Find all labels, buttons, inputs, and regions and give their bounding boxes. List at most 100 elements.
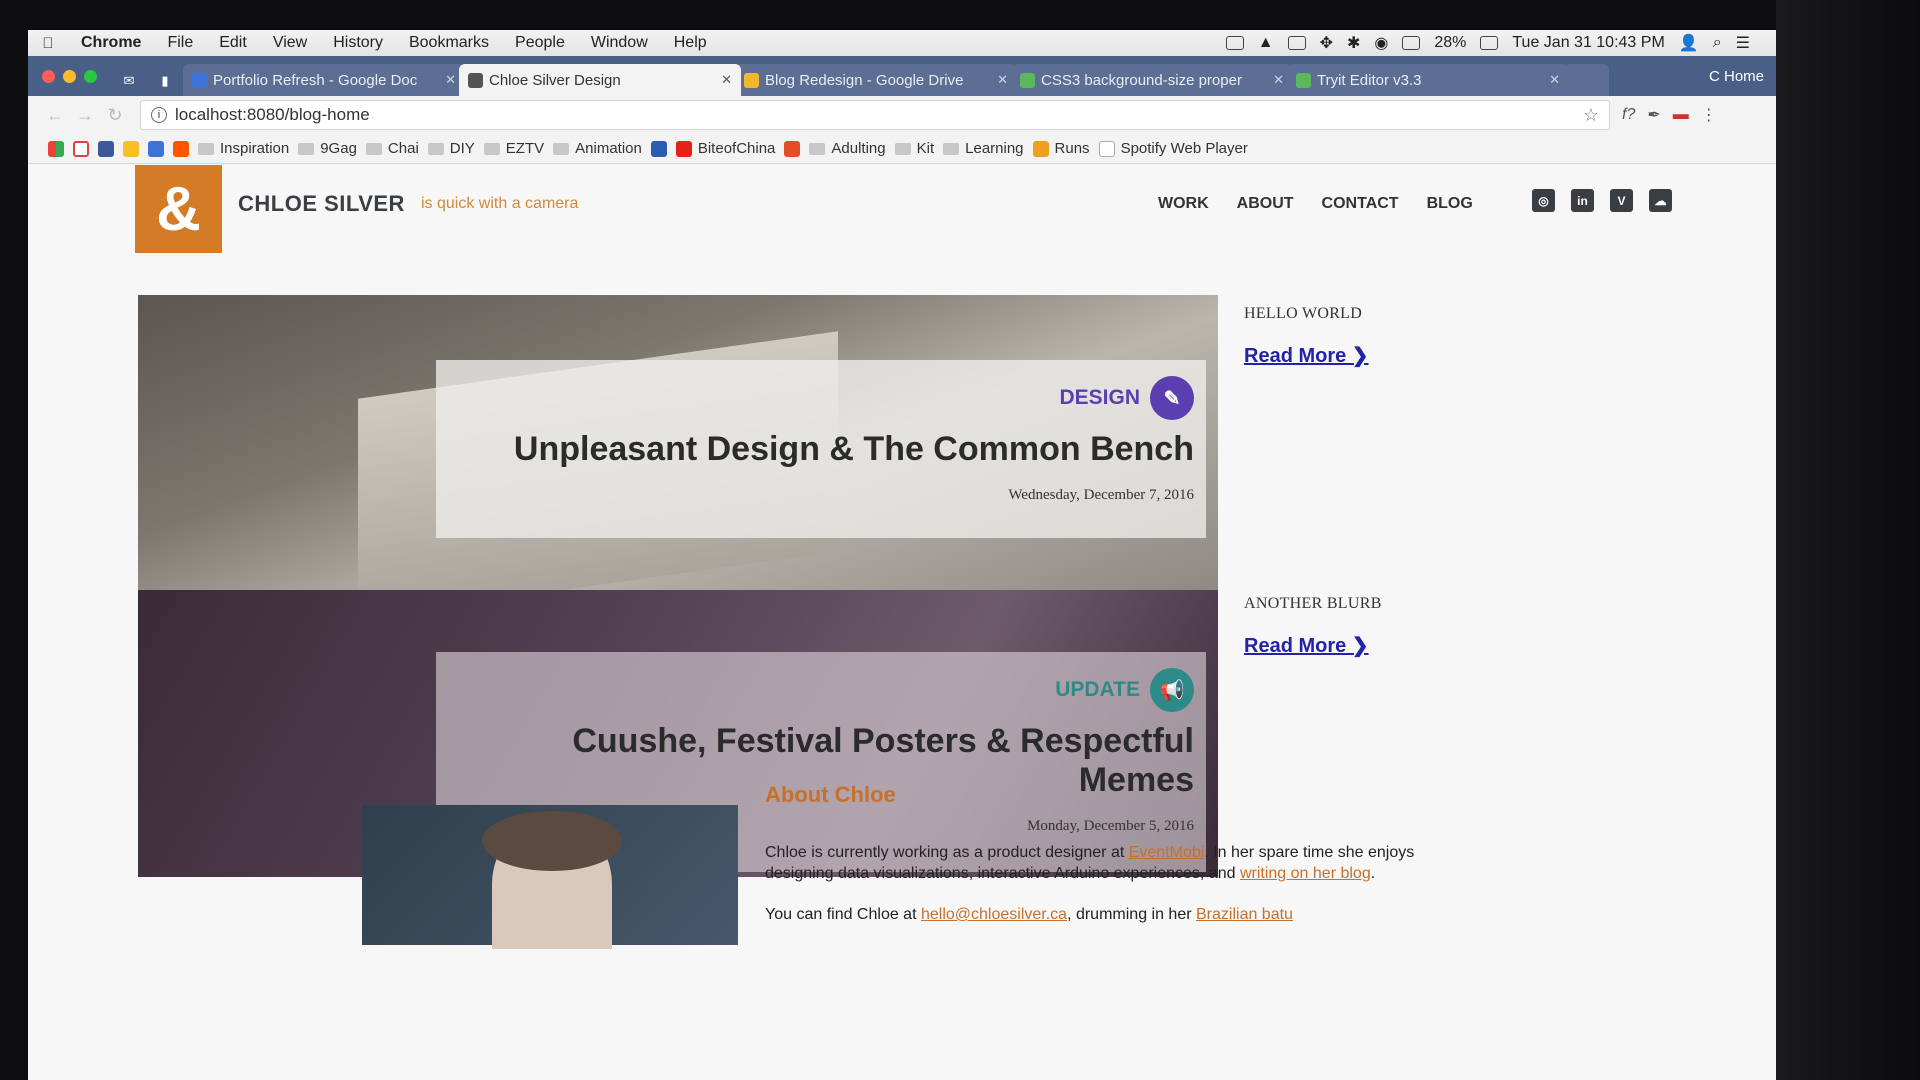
airplay-icon[interactable] bbox=[1402, 36, 1421, 50]
close-tab-icon[interactable]: ✕ bbox=[1273, 72, 1284, 88]
bookmark-soundcloud[interactable] bbox=[173, 140, 189, 157]
bookmark-folder-kit[interactable]: Kit bbox=[894, 140, 935, 157]
vimeo-icon[interactable]: V bbox=[1610, 189, 1633, 212]
forward-arrow-icon[interactable]: → bbox=[70, 105, 100, 126]
post-card-0[interactable]: DESIGN ✎ Unpleasant Design & The Common … bbox=[138, 295, 1218, 590]
wifi-icon[interactable]: ◉ bbox=[1374, 33, 1388, 53]
post-title[interactable]: Unpleasant Design & The Common Bench bbox=[456, 430, 1194, 469]
nav-work[interactable]: WORK bbox=[1158, 195, 1209, 213]
eyedropper-icon[interactable]: ✒ bbox=[1647, 105, 1660, 125]
screen:  Chrome File Edit View History Bookmark… bbox=[28, 30, 1776, 1080]
close-tab-icon[interactable]: ✕ bbox=[997, 72, 1008, 88]
menu-edit[interactable]: Edit bbox=[206, 34, 260, 52]
linkedin-icon[interactable]: in bbox=[1571, 189, 1594, 212]
drive-icon[interactable]: ▲ bbox=[1258, 34, 1274, 52]
nav-contact[interactable]: CONTACT bbox=[1322, 195, 1399, 213]
bookmark-runs[interactable]: Runs bbox=[1032, 140, 1090, 157]
site-name[interactable]: CHLOE SILVER bbox=[238, 191, 405, 217]
menu-app-name[interactable]: Chrome bbox=[68, 34, 154, 52]
tab-3[interactable]: CSS3 background-size proper ✕ bbox=[1011, 64, 1293, 96]
close-tab-icon[interactable]: ✕ bbox=[1549, 72, 1560, 88]
mail-icon[interactable] bbox=[1287, 36, 1306, 50]
close-window-button[interactable] bbox=[42, 69, 55, 83]
post-category[interactable]: DESIGN ✎ bbox=[456, 376, 1194, 420]
bookmark-folder-learning[interactable]: Learning bbox=[943, 140, 1024, 157]
nav-blog[interactable]: BLOG bbox=[1427, 195, 1473, 213]
bookmark-apps[interactable] bbox=[48, 140, 64, 157]
clock[interactable]: Tue Jan 31 10:43 PM bbox=[1512, 34, 1664, 52]
bookmark-folder-9gag[interactable]: 9Gag bbox=[298, 140, 357, 157]
portrait-hair bbox=[482, 811, 622, 871]
instagram-icon[interactable]: ◎ bbox=[1532, 189, 1555, 212]
menu-people[interactable]: People bbox=[502, 34, 578, 52]
bookmark-facebook[interactable] bbox=[98, 140, 114, 157]
bookmark-app[interactable] bbox=[650, 140, 667, 157]
battery-icon[interactable] bbox=[1480, 36, 1499, 50]
bookmark-js[interactable] bbox=[784, 140, 801, 157]
minimize-window-button[interactable] bbox=[63, 69, 76, 83]
read-more-link[interactable]: Read More ❯ bbox=[1244, 343, 1369, 368]
user-icon[interactable]: 👤 bbox=[1679, 33, 1699, 53]
bookmark-folder-animation[interactable]: Animation bbox=[553, 140, 642, 157]
bookmark-folder-chai[interactable]: Chai bbox=[365, 140, 419, 157]
menu-view[interactable]: View bbox=[260, 34, 320, 52]
creative-cloud-icon[interactable] bbox=[1225, 36, 1244, 50]
bookmark-gmail[interactable] bbox=[73, 140, 89, 157]
bookmark-spotify[interactable]: Spotify Web Player bbox=[1098, 140, 1248, 157]
eventmobi-link[interactable]: EventMobi bbox=[1129, 844, 1205, 861]
site-logo[interactable]: & bbox=[135, 165, 222, 253]
megaphone-icon: 📢 bbox=[1150, 668, 1194, 712]
profile-button[interactable]: C Home bbox=[1709, 68, 1776, 85]
lastpass-icon[interactable]: ▬ bbox=[1673, 106, 1689, 124]
bookmark-biteofchina[interactable]: BiteofChina bbox=[675, 140, 775, 157]
tab-1[interactable]: Chloe Silver Design ✕ bbox=[459, 64, 741, 96]
close-tab-icon[interactable]: ✕ bbox=[721, 72, 732, 88]
category-label: DESIGN bbox=[1059, 386, 1140, 409]
address-bar[interactable]: i localhost:8080/blog-home ☆ bbox=[140, 100, 1610, 130]
bookmark-folder-diy[interactable]: DIY bbox=[427, 140, 475, 157]
close-tab-icon[interactable]: ✕ bbox=[445, 72, 456, 88]
move-icon[interactable]: ✥ bbox=[1320, 33, 1333, 53]
menu-window[interactable]: Window bbox=[578, 34, 661, 52]
pinned-tab-keep[interactable]: ▮ bbox=[147, 66, 183, 96]
post-category[interactable]: UPDATE 📢 bbox=[456, 668, 1194, 712]
chrome-menu-icon[interactable]: ⋮ bbox=[1701, 105, 1717, 125]
zoom-window-button[interactable] bbox=[84, 69, 97, 83]
soundcloud-icon[interactable]: ☁ bbox=[1649, 189, 1672, 212]
about-text: Chloe is currently working as a product … bbox=[765, 844, 1129, 861]
menu-bookmarks[interactable]: Bookmarks bbox=[396, 34, 502, 52]
bookmark-folder-inspiration[interactable]: Inspiration bbox=[198, 140, 289, 157]
menu-file[interactable]: File bbox=[154, 34, 206, 52]
notification-center-icon[interactable]: ☰ bbox=[1736, 33, 1750, 53]
apple-icon[interactable]:  bbox=[28, 35, 68, 52]
extension-fx-icon[interactable]: f? bbox=[1622, 106, 1635, 124]
batucada-link[interactable]: Brazilian batu bbox=[1196, 906, 1293, 923]
menu-history[interactable]: History bbox=[320, 34, 396, 52]
bookmark-star-icon[interactable]: ☆ bbox=[1583, 105, 1599, 126]
bookmark-folder-eztv[interactable]: EZTV bbox=[483, 140, 545, 157]
info-icon[interactable]: i bbox=[151, 107, 167, 123]
nav-about[interactable]: ABOUT bbox=[1237, 195, 1294, 213]
battery-percent[interactable]: 28% bbox=[1434, 34, 1466, 52]
bookmark-keep[interactable] bbox=[123, 140, 139, 157]
pinned-tab-gmail[interactable]: ✉ bbox=[111, 66, 147, 96]
tab-4[interactable]: Tryit Editor v3.3 ✕ bbox=[1287, 64, 1569, 96]
menu-help[interactable]: Help bbox=[661, 34, 720, 52]
page-icon bbox=[1098, 140, 1115, 157]
spotlight-search-icon[interactable]: ⌕ bbox=[1713, 34, 1722, 52]
back-arrow-icon[interactable]: ← bbox=[40, 105, 70, 126]
bookmark-label: Kit bbox=[916, 140, 935, 157]
read-more-link[interactable]: Read More ❯ bbox=[1244, 633, 1382, 658]
bookmark-folder-adulting[interactable]: Adulting bbox=[809, 140, 886, 157]
social-links: ◎ in V ☁ bbox=[1532, 189, 1672, 212]
new-tab-button[interactable] bbox=[1563, 64, 1609, 96]
reload-icon[interactable]: ↻ bbox=[100, 105, 130, 126]
email-link[interactable]: hello@chloesilver.ca bbox=[921, 906, 1067, 923]
tab-0[interactable]: Portfolio Refresh - Google Doc ✕ bbox=[183, 64, 465, 96]
bookmark-calendar[interactable] bbox=[148, 140, 164, 157]
bookmark-label: Adulting bbox=[831, 140, 886, 157]
bookmark-label: EZTV bbox=[505, 140, 545, 157]
tab-2[interactable]: Blog Redesign - Google Drive ✕ bbox=[735, 64, 1017, 96]
bluetooth-icon[interactable]: ✱ bbox=[1347, 33, 1360, 53]
blog-link[interactable]: writing on her blog bbox=[1240, 865, 1371, 882]
